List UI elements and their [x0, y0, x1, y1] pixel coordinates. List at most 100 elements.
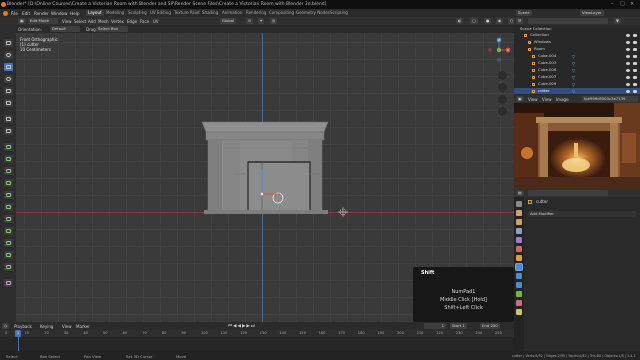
tweak-tool[interactable] [4, 39, 13, 47]
pan-hand-icon[interactable] [498, 83, 507, 92]
tab-texture-paint[interactable]: Texture Paint [172, 10, 202, 16]
modifier-tab-icon[interactable] [515, 263, 523, 271]
outliner-row[interactable]: Windows [514, 39, 640, 45]
timeline-editor-type[interactable]: ◷ [2, 323, 10, 329]
knife-tool[interactable] [4, 191, 13, 199]
scene-tab-icon[interactable] [516, 237, 522, 243]
current-frame-field[interactable]: 1 [424, 323, 446, 329]
move-tool[interactable] [4, 63, 13, 71]
snap-toggle[interactable]: ⌖ [258, 18, 265, 24]
inset-tool[interactable] [4, 155, 13, 163]
image-selector[interactable]: fpk999c8503c3e7139 [582, 96, 638, 102]
menu-marker[interactable]: Marker [76, 324, 90, 329]
blender-menu-icon[interactable] [3, 10, 8, 16]
tab-modeling[interactable]: Modeling [104, 10, 126, 16]
texture-tab-icon[interactable] [516, 309, 522, 315]
output-tab-icon[interactable] [516, 219, 522, 225]
menu-image-view-2[interactable]: View [542, 97, 552, 102]
render-camera-icon[interactable] [633, 89, 637, 93]
outliner-row[interactable]: Cube.003 ▽ [514, 60, 640, 66]
editor-type-button[interactable]: ▣ [18, 18, 26, 24]
poly-build-tool[interactable] [4, 203, 13, 211]
visibility-eye-icon[interactable] [626, 33, 630, 37]
render-tab-icon[interactable] [516, 210, 522, 216]
data-tab-icon[interactable] [516, 291, 522, 297]
menu-image-view[interactable]: View [528, 97, 538, 102]
tab-geometry-nodes[interactable]: Geometry Nodes [294, 10, 332, 16]
shading-solid-button[interactable]: ● [484, 18, 492, 24]
menu-image[interactable]: Image [556, 97, 569, 102]
menu-face[interactable]: Face [140, 19, 149, 24]
object-name-field[interactable]: cutter [536, 199, 548, 204]
object-tab-icon[interactable] [516, 255, 522, 261]
visibility-eye-icon[interactable] [626, 89, 630, 93]
transform-tool[interactable] [4, 99, 13, 107]
tab-compositing[interactable]: Compositing [267, 10, 296, 16]
visibility-eye-icon[interactable] [626, 68, 630, 72]
view-layer-tab-icon[interactable] [516, 228, 522, 234]
menu-render[interactable]: Render [34, 11, 49, 16]
shrink-fatten-tool[interactable] [4, 251, 13, 259]
render-camera-icon[interactable] [633, 54, 637, 58]
visibility-eye-icon[interactable] [626, 40, 630, 44]
edge-slide-tool[interactable] [4, 239, 13, 247]
bevel-tool[interactable] [4, 167, 13, 175]
render-camera-icon[interactable] [633, 47, 637, 51]
outliner-search-input[interactable] [528, 18, 608, 24]
scene-selector[interactable]: Scene [516, 10, 532, 16]
menu-window[interactable]: Window [51, 11, 68, 16]
shear-tool[interactable] [4, 263, 13, 271]
filter-icon[interactable]: ▼ [614, 18, 621, 24]
tab-uv-editing[interactable]: UV Editing [148, 10, 173, 16]
tool-tab-icon[interactable] [516, 201, 522, 207]
properties-search-input[interactable] [528, 190, 608, 196]
outliner-row[interactable]: Cube.009 ▽ [514, 81, 640, 87]
rip-tool[interactable] [4, 279, 13, 287]
menu-view[interactable]: View [62, 19, 72, 24]
minimize-icon[interactable]: – [611, 1, 614, 7]
shading-material-button[interactable]: ◉ [496, 18, 504, 24]
smooth-tool[interactable] [4, 227, 13, 235]
tab-rendering[interactable]: Rendering [244, 10, 268, 16]
zoom-icon[interactable] [498, 71, 507, 80]
gizmo-neg-x-icon[interactable] [488, 48, 492, 52]
menu-uv[interactable]: UV [153, 19, 159, 24]
render-camera-icon[interactable] [633, 61, 637, 65]
render-camera-icon[interactable] [633, 68, 637, 72]
fireplace-mesh[interactable] [196, 118, 336, 218]
menu-edge[interactable]: Edge [127, 19, 137, 24]
menu-file[interactable]: File [11, 11, 18, 16]
loop-cut-tool[interactable] [4, 179, 13, 187]
transform-orientation-selector[interactable]: Global [220, 18, 237, 24]
pivot-selector[interactable]: ⊙ [246, 18, 254, 24]
orientation-selector[interactable]: Default [50, 26, 80, 32]
measure-tool[interactable] [4, 127, 13, 135]
start-frame-field[interactable]: Start 1 [450, 323, 467, 329]
scale-tool[interactable] [4, 87, 13, 95]
timeline[interactable]: 0 10 20 30 40 50 60 70 80 90 100 110 120 130 140 150 160… [0, 330, 514, 351]
visibility-eye-icon[interactable] [626, 54, 630, 58]
menu-vertex[interactable]: Vertex [111, 19, 124, 24]
proportional-editing-toggle[interactable]: ◎ [270, 18, 278, 24]
world-tab-icon[interactable] [516, 246, 522, 252]
tab-sculpting[interactable]: Sculpting [126, 10, 149, 16]
visibility-eye-icon[interactable] [626, 61, 630, 65]
playhead[interactable]: 1 [15, 330, 21, 337]
properties-editor-type[interactable]: ▤ [516, 190, 524, 196]
view-layer-selector[interactable]: ViewLayer [580, 10, 604, 16]
outliner-row[interactable]: Room [514, 46, 640, 52]
add-modifier-button[interactable]: Add Modifier [528, 211, 636, 217]
menu-help[interactable]: Help [70, 11, 80, 16]
visibility-eye-icon[interactable] [626, 82, 630, 86]
menu-timeline-view[interactable]: View [62, 324, 72, 329]
overlays-button[interactable]: ◐ [456, 18, 464, 24]
spin-tool[interactable] [4, 215, 13, 223]
render-camera-icon[interactable] [633, 75, 637, 79]
menu-mesh[interactable]: Mesh [98, 19, 109, 24]
end-frame-field[interactable]: End 250 [480, 323, 500, 329]
visibility-eye-icon[interactable] [626, 47, 630, 51]
reference-image-view[interactable] [514, 103, 640, 189]
gizmo-neg-z-icon[interactable] [497, 58, 501, 62]
navigation-gizmo[interactable]: X Z [486, 37, 512, 63]
cursor-tool[interactable] [4, 51, 13, 59]
